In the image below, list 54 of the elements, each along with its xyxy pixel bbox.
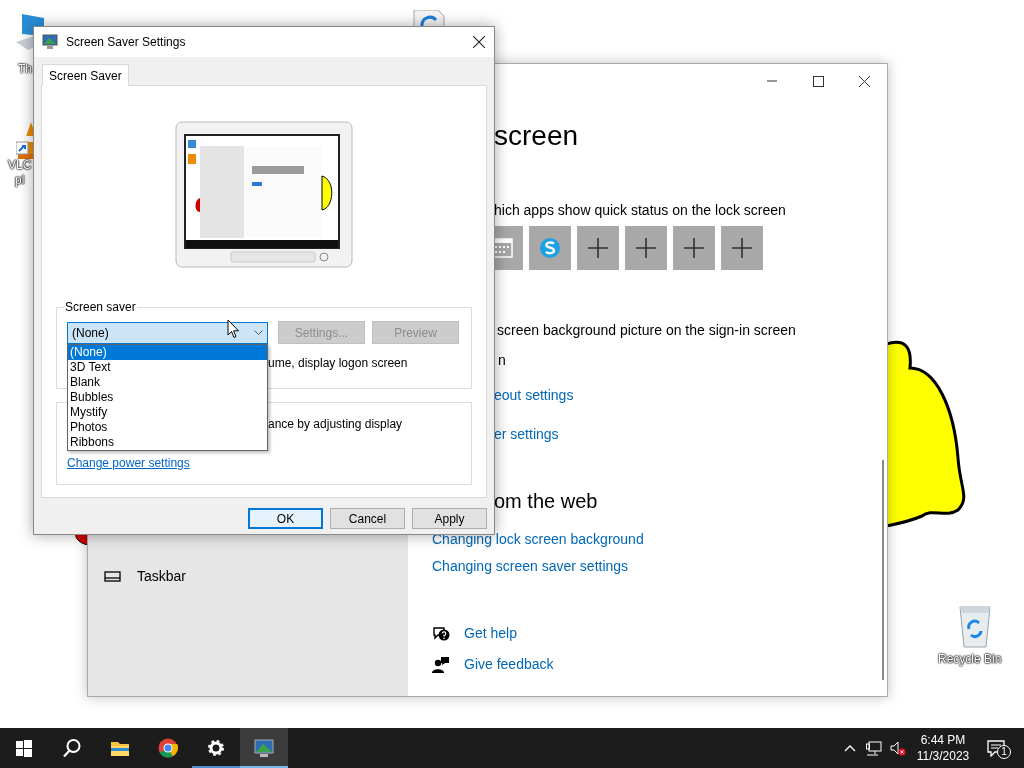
settings-link[interactable]: er settings (494, 424, 559, 444)
screen-saver-dropdown[interactable]: (None) (67, 321, 268, 344)
web-link[interactable]: Changing screen saver settings (432, 556, 629, 576)
icon-label: Recycle Bin (938, 652, 1002, 667)
monitor-icon (42, 34, 58, 50)
settings-link[interactable]: eout settings (494, 385, 574, 405)
network-icon (866, 740, 882, 756)
app-tile[interactable] (673, 226, 715, 270)
chevron-down-icon (254, 329, 263, 336)
muted-speaker-icon (890, 740, 906, 756)
clock[interactable]: 6:44 PM 11/3/2023 (910, 728, 976, 768)
feedback-icon (432, 655, 450, 673)
section-label: hich apps show quick status on the lock screen (494, 201, 786, 220)
web-link[interactable]: Changing lock screen background (432, 529, 644, 549)
gear-icon (206, 738, 226, 758)
app-tile[interactable] (625, 226, 667, 270)
maximize-icon (812, 74, 824, 88)
power-settings-link[interactable]: Change power settings (67, 456, 190, 470)
option-text: ume, display logon screen (268, 356, 409, 370)
toggle-state-label: n (498, 351, 506, 370)
message-icon (987, 739, 1005, 757)
dropdown-option[interactable]: (None) (68, 344, 267, 360)
monitor-icon (254, 738, 274, 758)
tab[interactable]: Screen Saver (42, 64, 129, 86)
dialog-button[interactable]: OK (248, 508, 323, 529)
dialog-button[interactable]: Cancel (330, 508, 405, 529)
section-label: screen background picture on the sign-in screen (497, 321, 796, 340)
help-icon (432, 624, 450, 642)
page-heading: screen (494, 119, 579, 153)
window-title: Screen Saver Settings (66, 34, 187, 51)
notifications-button[interactable]: 1 (976, 728, 1016, 768)
close-icon (473, 36, 485, 48)
group-label: Screen saver (64, 300, 137, 314)
close-icon (858, 74, 870, 88)
app-tile[interactable] (721, 226, 763, 270)
icon-label: Th (18, 62, 32, 77)
help-link[interactable]: Get help (464, 623, 517, 643)
scrollbar[interactable] (882, 460, 884, 680)
sidebar-item[interactable]: Taskbar (88, 556, 408, 596)
description-text: ance by adjusting display (268, 417, 403, 431)
recycle-bin-icon[interactable] (957, 603, 993, 649)
taskbar-icon (104, 568, 121, 584)
section-heading: om the web (494, 489, 598, 514)
chrome-icon (158, 738, 178, 758)
app-tile[interactable] (577, 226, 619, 270)
app-tile[interactable] (529, 226, 571, 270)
windows-icon (14, 738, 34, 758)
notification-count-badge: 1 (997, 745, 1011, 759)
help-link[interactable]: Give feedback (464, 654, 554, 674)
cursor-icon (227, 319, 240, 339)
search-icon (62, 738, 82, 758)
chevron-up-icon (844, 744, 856, 752)
dialog-button[interactable]: Apply (412, 508, 487, 529)
icon-label: VLC pl (8, 158, 32, 188)
